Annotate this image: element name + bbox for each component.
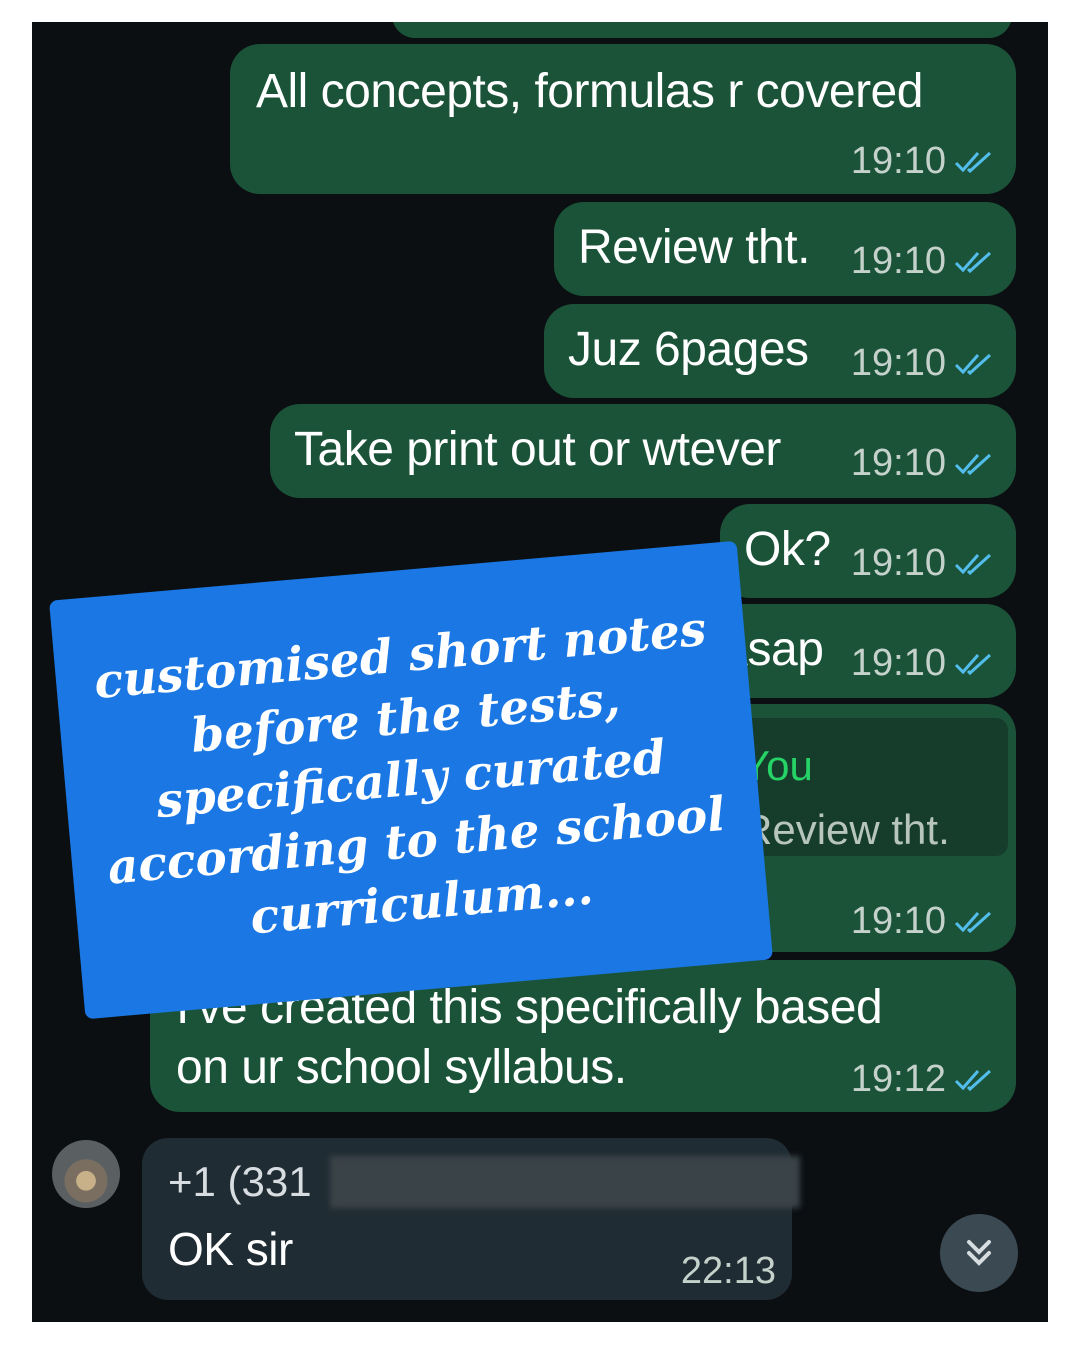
message-meta: 19:10 [851, 642, 994, 685]
sender-name[interactable]: +1 (331 [168, 1158, 312, 1206]
message-time: 19:10 [850, 140, 946, 182]
chevron-double-down-icon [967, 1240, 991, 1266]
message-text-line2: on ur school syllabus. [176, 1041, 627, 1094]
message-text: Ok? [744, 523, 831, 576]
double-check-icon [954, 251, 992, 273]
message-bubble[interactable]: Juz 6pages 19:10 [544, 304, 1016, 398]
message-time: 19:10 [850, 342, 946, 384]
message-text: Juz 6pages [568, 323, 809, 376]
message-time: 19:10 [850, 542, 946, 584]
message-meta: 19:10 [851, 542, 994, 585]
message-meta: 19:12 [851, 1058, 994, 1101]
message-meta: 19:10 [851, 140, 994, 183]
message-bubble[interactable]: All concepts, formulas r covered 19:10 [230, 44, 1016, 194]
message-time: 22:13 [680, 1250, 776, 1292]
message-time: 19:10 [850, 442, 946, 484]
double-check-icon [954, 1069, 992, 1091]
double-check-icon [954, 353, 992, 375]
avatar[interactable] [52, 1140, 120, 1208]
redacted-sender-number [330, 1156, 800, 1208]
message-meta: 19:10 [851, 240, 994, 283]
annotation-text: customised short notes before the tests,… [91, 601, 728, 946]
double-check-icon [954, 151, 992, 173]
double-check-icon [954, 653, 992, 675]
message-meta: 19:10 [851, 342, 994, 385]
double-check-icon [954, 553, 992, 575]
message-text: All concepts, formulas r covered [256, 65, 923, 118]
message-time: 19:10 [850, 642, 946, 684]
message-bubble[interactable]: Review tht. 19:10 [554, 202, 1016, 296]
message-text: OK sir [168, 1223, 293, 1275]
scroll-to-bottom-button[interactable] [940, 1214, 1018, 1292]
annotation-overlay: customised short notes before the tests,… [49, 540, 773, 1020]
double-check-icon [954, 453, 992, 475]
message-text: Take print out or wtever [294, 423, 781, 476]
incoming-message-bubble[interactable]: +1 (331 OK sir 22:13 [142, 1138, 800, 1300]
double-check-icon [954, 911, 992, 933]
quoted-text: Review tht. [742, 806, 950, 853]
message-time: 19:12 [850, 1058, 946, 1100]
previous-message-bubble[interactable] [392, 22, 1012, 38]
message-time: 19:10 [850, 240, 946, 282]
message-text: Review tht. [578, 221, 810, 274]
message-time: 19:10 [850, 900, 946, 942]
chat-area: All concepts, formulas r covered 19:10 R… [32, 22, 1048, 1322]
message-meta: 19:10 [851, 442, 994, 485]
message-meta: 19:10 [851, 900, 994, 943]
message-bubble[interactable]: Ok? 19:10 [720, 504, 1016, 598]
message-bubble[interactable]: Take print out or wtever 19:10 [270, 404, 1016, 498]
